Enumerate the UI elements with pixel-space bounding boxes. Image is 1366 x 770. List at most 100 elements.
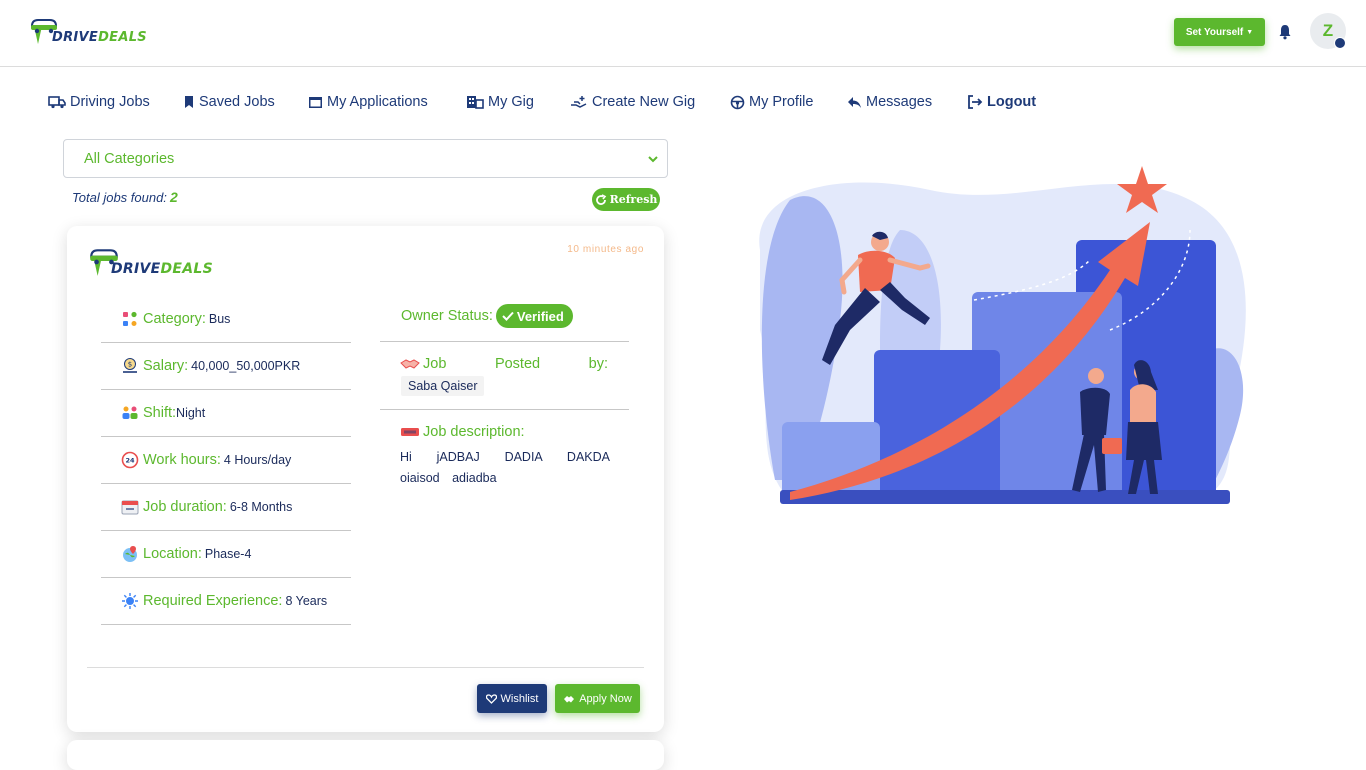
24-hours-icon: 24 bbox=[121, 451, 139, 469]
wishlist-button[interactable]: Wishlist bbox=[477, 684, 547, 713]
total-jobs-label: Total jobs found: bbox=[72, 190, 167, 205]
salary-value: 40,000_50,000PKR bbox=[191, 359, 301, 373]
nav-label: My Applications bbox=[327, 94, 428, 110]
career-growth-illustration bbox=[759, 166, 1246, 504]
job-duration-value: 6-8 Months bbox=[229, 500, 293, 514]
refresh-label: Refresh bbox=[609, 193, 658, 206]
steering-wheel-icon bbox=[730, 95, 745, 109]
reply-icon bbox=[848, 96, 861, 108]
field-salary: $ Salary: 40,000_50,000PKR bbox=[101, 343, 351, 390]
nav-driving-jobs[interactable]: Driving Jobs bbox=[48, 94, 150, 110]
category-select[interactable]: All Categories bbox=[63, 139, 668, 178]
nav-saved-jobs[interactable]: Saved Jobs bbox=[183, 94, 275, 110]
avatar[interactable]: Z bbox=[1310, 13, 1346, 49]
posted-by-label-by: by: bbox=[588, 356, 608, 372]
total-jobs-found: Total jobs found: 2 bbox=[72, 189, 178, 205]
work-hours-label: Work hours: bbox=[143, 452, 221, 468]
logo-deals: DEALS bbox=[160, 261, 214, 277]
set-yourself-label: Set Yourself bbox=[1185, 26, 1244, 38]
work-hours-value: 4 Hours/day bbox=[223, 453, 292, 467]
tag-icon bbox=[401, 428, 419, 436]
hand-plus-icon bbox=[571, 96, 587, 108]
field-owner-status: Owner Status: Verified bbox=[380, 304, 629, 342]
refresh-icon bbox=[595, 193, 606, 205]
field-shift: Shift: Night bbox=[101, 390, 351, 437]
posted-time: 10 minutes ago bbox=[567, 244, 644, 255]
logout-icon bbox=[968, 95, 983, 109]
logo-deals: DEALS bbox=[98, 30, 147, 45]
building-icon bbox=[467, 96, 484, 109]
wishlist-label: Wishlist bbox=[500, 692, 539, 705]
category-select-value: All Categories bbox=[84, 150, 175, 167]
posted-by-name: Saba Qaiser bbox=[401, 376, 485, 396]
posted-by-label-posted: Posted bbox=[494, 356, 541, 372]
bell-icon[interactable] bbox=[1277, 24, 1293, 40]
apply-now-button[interactable]: Apply Now bbox=[555, 684, 640, 713]
owner-status-label: Owner Status: bbox=[401, 308, 493, 324]
total-jobs-count: 2 bbox=[169, 189, 178, 205]
nav-label: Driving Jobs bbox=[70, 94, 150, 110]
main-nav: Driving Jobs Saved Jobs My Applications … bbox=[0, 94, 1366, 114]
verified-badge: Verified bbox=[495, 304, 573, 328]
experience-value: 8 Years bbox=[285, 594, 328, 608]
field-location: Location: Phase-4 bbox=[101, 531, 351, 578]
handshake-icon bbox=[400, 359, 420, 369]
job-company-logo: DRIVEDEALS bbox=[87, 246, 213, 278]
nav-label: Create New Gig bbox=[592, 94, 696, 110]
nav-my-profile[interactable]: My Profile bbox=[730, 94, 813, 110]
job-card: DRIVEDEALS 10 minutes ago Category: Bus … bbox=[67, 226, 664, 732]
owner-status-value: Verified bbox=[516, 308, 564, 324]
field-required-experience: Required Experience: 8 Years bbox=[101, 578, 351, 625]
nav-logout[interactable]: Logout bbox=[967, 94, 1036, 110]
shift-label: Shift: bbox=[143, 405, 177, 421]
logo-drive: DRIVE bbox=[52, 30, 99, 45]
check-icon bbox=[502, 311, 514, 321]
nav-label: Logout bbox=[987, 94, 1037, 110]
verified-check-icon bbox=[1334, 37, 1346, 49]
job-card-next bbox=[67, 740, 664, 770]
set-yourself-button[interactable]: Set Yourself ▼ bbox=[1174, 18, 1265, 46]
experience-burst-icon bbox=[121, 592, 139, 610]
field-category: Category: Bus bbox=[101, 296, 351, 343]
handshake-icon bbox=[564, 695, 575, 702]
job-description-label: Job description: bbox=[423, 424, 525, 440]
globe-pin-icon bbox=[121, 545, 139, 563]
svg-text:24: 24 bbox=[125, 457, 135, 465]
salary-coin-icon: $ bbox=[121, 357, 139, 375]
chevron-down-icon bbox=[648, 156, 658, 163]
location-value: Phase-4 bbox=[204, 547, 252, 561]
job-description-value: Hi jADBAJ DADIA DAKDA oiaisod adiadba bbox=[400, 450, 610, 485]
calendar-icon bbox=[121, 498, 139, 516]
salary-label: Salary: bbox=[143, 358, 189, 374]
field-job-description: Job description: Hi jADBAJ DADIA DAKDA o… bbox=[400, 424, 610, 489]
avatar-initial: Z bbox=[1322, 21, 1334, 40]
top-bar: DRIVEDEALS Set Yourself ▼ Z bbox=[0, 0, 1366, 67]
window-icon bbox=[309, 96, 322, 108]
shift-people-icon bbox=[121, 404, 139, 422]
truck-icon bbox=[48, 96, 66, 109]
posted-by-label-job: Job bbox=[423, 356, 447, 372]
card-divider bbox=[87, 667, 644, 668]
svg-text:$: $ bbox=[128, 361, 132, 369]
field-job-duration: Job duration: 6-8 Months bbox=[101, 484, 351, 531]
category-label: Category: bbox=[143, 311, 206, 327]
caret-down-icon: ▼ bbox=[1246, 28, 1254, 36]
drivedeals-logo[interactable]: DRIVEDEALS bbox=[28, 16, 147, 46]
nav-messages[interactable]: Messages bbox=[847, 94, 932, 110]
bookmark-icon bbox=[185, 96, 193, 108]
nav-label: Messages bbox=[866, 94, 933, 110]
category-grid-icon bbox=[121, 310, 139, 328]
job-duration-label: Job duration: bbox=[143, 499, 227, 515]
nav-create-new-gig[interactable]: Create New Gig bbox=[570, 94, 695, 110]
experience-label: Required Experience: bbox=[143, 593, 283, 609]
location-label: Location: bbox=[143, 546, 202, 562]
nav-my-gig[interactable]: My Gig bbox=[466, 94, 534, 110]
logo-drive: DRIVE bbox=[111, 261, 161, 277]
field-work-hours: 24 Work hours: 4 Hours/day bbox=[101, 437, 351, 484]
nav-label: My Profile bbox=[749, 94, 814, 110]
nav-my-applications[interactable]: My Applications bbox=[308, 94, 428, 110]
apply-now-label: Apply Now bbox=[579, 692, 632, 705]
field-posted-by: Job Posted by: Saba Qaiser bbox=[380, 342, 629, 410]
nav-label: My Gig bbox=[488, 94, 534, 110]
refresh-button[interactable]: Refresh bbox=[592, 188, 660, 211]
